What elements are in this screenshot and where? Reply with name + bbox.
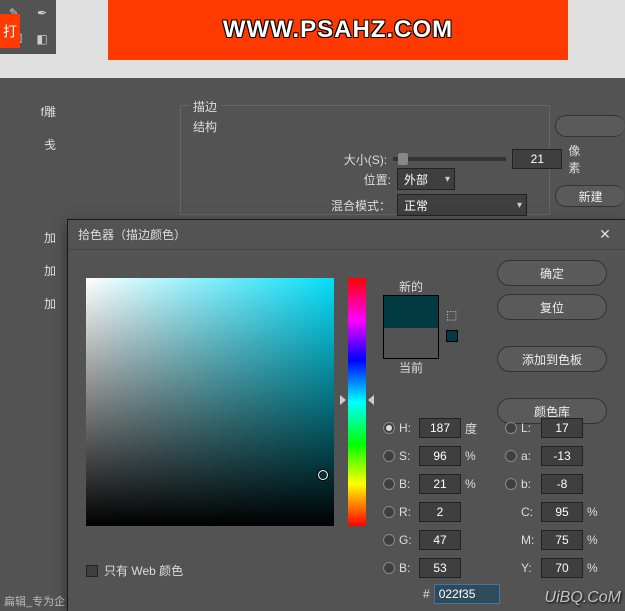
new-button[interactable]: 新建 (555, 185, 625, 207)
red-label: 打 (0, 14, 20, 48)
hue-slider[interactable] (348, 278, 366, 526)
lab-b-input[interactable] (541, 474, 583, 494)
color-picker-dialog: 拾色器（描边颜色） ✕ 新的 当前 ⬚ 确定 复位 添加到色板 颜色库 (68, 220, 625, 611)
position-dropdown[interactable]: 外部 (397, 168, 455, 190)
m-unit: % (587, 533, 607, 547)
c-input[interactable] (541, 502, 583, 522)
color-swatch[interactable] (383, 295, 439, 359)
a-label: a: (521, 449, 541, 463)
top-band: WWW.PSAHZ.COM ✎ ✒ ⌫ ◧ 打 (0, 0, 625, 78)
swatch-area: 新的 当前 (383, 278, 439, 376)
tool-gradient-icon[interactable]: ◧ (28, 26, 56, 52)
m-label: M: (521, 533, 541, 547)
gamut-warning-icon[interactable]: ⬚ (446, 308, 457, 322)
r-label: R: (399, 505, 419, 519)
c-unit: % (587, 505, 607, 519)
dialog-buttons: 确定 复位 添加到色板 颜色库 (497, 260, 607, 424)
m-input[interactable] (541, 530, 583, 550)
ok-button[interactable]: 确定 (497, 260, 607, 286)
s-input[interactable] (419, 446, 461, 466)
size-label: 大小(S): (321, 151, 387, 168)
lab-b-label: b: (521, 477, 541, 491)
new-color (384, 296, 438, 328)
b-radio[interactable] (383, 478, 395, 490)
s-unit: % (465, 449, 485, 463)
tool-brush-icon[interactable]: ✒ (28, 0, 56, 26)
style-item[interactable]: 加 (0, 287, 60, 320)
h-label: H: (399, 421, 419, 435)
cancel-button[interactable]: 复位 (497, 294, 607, 320)
hex-label: # (423, 587, 430, 601)
checkbox[interactable] (86, 565, 98, 577)
structure-label: 结构 (193, 118, 217, 135)
web-only-label: 只有 Web 颜色 (104, 562, 183, 579)
right-button-1[interactable] (555, 115, 625, 137)
dialog-titlebar[interactable]: 拾色器（描边颜色） ✕ (68, 220, 625, 250)
hue-arrow-left-icon (340, 395, 346, 405)
footer-text: 扁辑_专为企 (4, 593, 65, 609)
a-input[interactable] (541, 446, 583, 466)
c-label: C: (521, 505, 541, 519)
bc-radio[interactable] (383, 562, 395, 574)
y-input[interactable] (541, 558, 583, 578)
banner-text: WWW.PSAHZ.COM (223, 16, 453, 44)
blend-label: 混合模式： (321, 197, 391, 214)
l-radio[interactable] (505, 422, 517, 434)
g-radio[interactable] (383, 534, 395, 546)
style-item[interactable]: 加 (0, 254, 60, 287)
l-label: L: (521, 421, 541, 435)
style-item[interactable]: 戋 (0, 128, 60, 161)
position-label: 位置: (321, 171, 391, 188)
sv-cursor[interactable] (318, 470, 328, 480)
group-title: 描边 (189, 98, 221, 115)
bv-input[interactable] (419, 474, 461, 494)
current-label: 当前 (383, 359, 439, 376)
hex-input[interactable] (434, 584, 500, 604)
r-radio[interactable] (383, 506, 395, 518)
stroke-group: 描边 结构 大小(S): 像素 位置: 外部 混合模式： 正常 (180, 105, 550, 215)
bv-label: B: (399, 477, 419, 491)
y-label: Y: (521, 561, 541, 575)
bv-unit: % (465, 477, 485, 491)
size-unit: 像素 (568, 142, 591, 176)
style-item[interactable]: 加 (0, 221, 60, 254)
g-label: G: (399, 533, 419, 547)
banner: WWW.PSAHZ.COM (108, 0, 568, 60)
size-slider[interactable] (393, 157, 506, 161)
web-safe-swatch[interactable] (446, 330, 458, 342)
style-list: f雕 戋 加 加 加 (0, 95, 60, 295)
saturation-value-field[interactable] (86, 278, 334, 526)
close-icon[interactable]: ✕ (595, 225, 615, 245)
s-radio[interactable] (383, 450, 395, 462)
a-radio[interactable] (505, 450, 517, 462)
h-input[interactable] (419, 418, 461, 438)
r-input[interactable] (419, 502, 461, 522)
blend-dropdown[interactable]: 正常 (397, 194, 527, 216)
watermark: UiBQ.CoM (545, 589, 621, 607)
bc-input[interactable] (419, 558, 461, 578)
hue-arrow-right-icon (368, 395, 374, 405)
g-input[interactable] (419, 530, 461, 550)
web-only-checkbox[interactable]: 只有 Web 颜色 (86, 562, 183, 579)
add-swatch-button[interactable]: 添加到色板 (497, 346, 607, 372)
s-label: S: (399, 449, 419, 463)
slider-thumb[interactable] (398, 153, 408, 165)
dialog-title: 拾色器（描边颜色） (78, 226, 186, 243)
h-unit: 度 (465, 420, 485, 437)
y-unit: % (587, 561, 607, 575)
bc-label: B: (399, 561, 419, 575)
size-input[interactable] (512, 149, 562, 169)
dialog-body: 新的 当前 ⬚ 确定 复位 添加到色板 颜色库 H: 度 S:% B:% R: (68, 250, 625, 611)
style-item[interactable]: f雕 (0, 95, 60, 128)
lab-b-radio[interactable] (505, 478, 517, 490)
h-radio[interactable] (383, 422, 395, 434)
l-input[interactable] (541, 418, 583, 438)
new-label: 新的 (383, 278, 439, 295)
